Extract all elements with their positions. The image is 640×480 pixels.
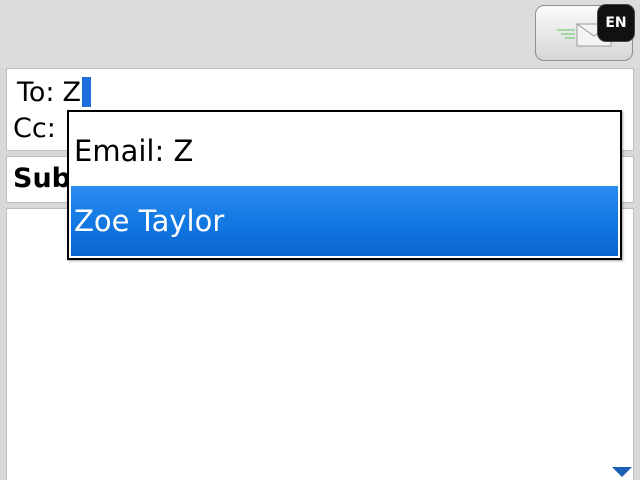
to-field[interactable]: To: Z (17, 77, 92, 109)
cc-label: Cc: (13, 113, 56, 144)
subject-label: Sub (13, 163, 71, 194)
language-indicator: EN (598, 5, 634, 41)
scroll-down-arrow-icon[interactable] (612, 467, 632, 477)
to-label: To: (17, 77, 55, 108)
autocomplete-item-contact[interactable]: Zoe Taylor (71, 186, 618, 256)
text-cursor (82, 77, 92, 107)
autocomplete-item-email[interactable]: Email: Z (71, 116, 618, 186)
autocomplete-popup: Email: Z Zoe Taylor (67, 110, 622, 260)
cc-field[interactable]: Cc: (13, 113, 56, 145)
to-input[interactable]: Z (63, 77, 82, 109)
